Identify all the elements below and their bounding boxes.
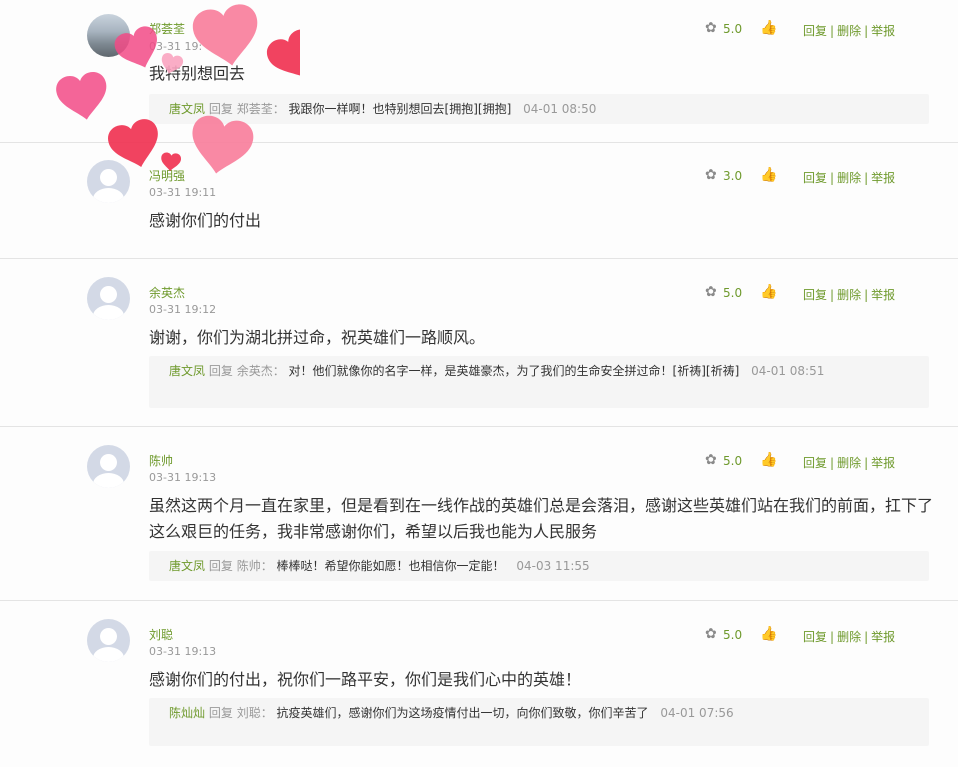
reply-author[interactable]: 陈灿灿 xyxy=(169,706,205,720)
reply-author[interactable]: 唐文凤 xyxy=(169,364,205,378)
comment-item: 刘聪 03-31 19:13 ✿ 5.0 👍 回复 | 删除 | 举报 感谢你们的付出，… xyxy=(0,601,958,767)
thumbs-up-icon[interactable]: 👍 xyxy=(760,452,777,468)
comment-text: 我特别想回去 xyxy=(149,64,246,83)
comment-text: 谢谢，你们为湖北拼过命，祝英雄们一路顺风。 xyxy=(149,328,486,347)
reply-word: 回复 xyxy=(208,102,233,116)
comment-time: 03-31 19:13 xyxy=(149,645,217,658)
reply-time: 04-01 07:56 xyxy=(660,706,734,720)
comment-username[interactable]: 郑荟荃 xyxy=(149,20,185,37)
reply-target: 刘聪： xyxy=(236,706,273,720)
thumbs-up-icon[interactable]: 👍 xyxy=(760,284,777,300)
rose-icon[interactable]: ✿ xyxy=(705,626,717,642)
rose-icon[interactable]: ✿ xyxy=(705,20,717,36)
reply-link[interactable]: 回复 xyxy=(803,171,827,185)
rating-score: 3.0 xyxy=(723,169,743,183)
comment-text: 感谢你们的付出 xyxy=(149,211,262,230)
reply-author[interactable]: 唐文凤 xyxy=(169,559,205,573)
reply-target: 陈帅： xyxy=(236,559,273,573)
comment-time: 03-31 19: xyxy=(149,40,203,53)
reply-box: 唐文凤 回复 余英杰： 对！他们就像你的名字一样，是英雄豪杰，为了我们的生命安全… xyxy=(149,356,929,408)
delete-link[interactable]: 删除 xyxy=(837,24,861,38)
comment-actions: 回复 | 删除 | 举报 xyxy=(803,24,896,38)
thumbs-up-icon[interactable]: 👍 xyxy=(760,626,777,642)
comment-actions: 回复 | 删除 | 举报 xyxy=(803,630,896,644)
report-link[interactable]: 举报 xyxy=(871,288,895,302)
comment-text: 感谢你们的付出，祝你们一路平安，你们是我们心中的英雄！ xyxy=(149,670,582,689)
delete-link[interactable]: 删除 xyxy=(837,456,861,470)
reply-word: 回复 xyxy=(208,706,233,720)
reply-link[interactable]: 回复 xyxy=(803,630,827,644)
reply-box: 唐文凤 回复 郑荟荃： 我跟你一样啊！也特别想回去[拥抱][拥抱] 04-01 … xyxy=(149,94,929,124)
rating-score: 5.0 xyxy=(723,454,743,468)
reply-link[interactable]: 回复 xyxy=(803,288,827,302)
avatar[interactable] xyxy=(87,14,130,57)
comment-item: 陈帅 03-31 19:13 ✿ 5.0 👍 回复 | 删除 | 举报 虽然这两个月一直… xyxy=(0,427,958,601)
comment-item: 冯明强 03-31 19:11 ✿ 3.0 👍 回复 | 删除 | 举报 感谢你们的付出 xyxy=(0,143,958,259)
avatar[interactable] xyxy=(87,160,130,203)
report-link[interactable]: 举报 xyxy=(871,24,895,38)
comment-time: 03-31 19:11 xyxy=(149,186,217,199)
delete-link[interactable]: 删除 xyxy=(837,171,861,185)
reply-author[interactable]: 唐文凤 xyxy=(169,102,205,116)
comment-actions: 回复 | 删除 | 举报 xyxy=(803,456,896,470)
delete-link[interactable]: 删除 xyxy=(837,630,861,644)
reply-text: 对！他们就像你的名字一样，是英雄豪杰，为了我们的生命安全拼过命！[祈祷][祈祷] xyxy=(288,364,740,378)
rose-icon[interactable]: ✿ xyxy=(705,452,717,468)
reply-text: 我跟你一样啊！也特别想回去[拥抱][拥抱] xyxy=(288,102,512,116)
rating-score: 5.0 xyxy=(723,628,743,642)
comment-time: 03-31 19:13 xyxy=(149,471,217,484)
rating-score: 5.0 xyxy=(723,22,743,36)
reply-word: 回复 xyxy=(208,364,233,378)
rose-icon[interactable]: ✿ xyxy=(705,284,717,300)
reply-text: 棒棒哒！希望你能如愿！也相信你一定能！ xyxy=(276,559,505,573)
comment-actions: 回复 | 删除 | 举报 xyxy=(803,288,896,302)
report-link[interactable]: 举报 xyxy=(871,171,895,185)
avatar[interactable] xyxy=(87,619,130,662)
reply-box: 陈灿灿 回复 刘聪： 抗疫英雄们，感谢你们为这场疫情付出一切，向你们致敬，你们辛… xyxy=(149,698,929,746)
reply-link[interactable]: 回复 xyxy=(803,24,827,38)
reply-time: 04-03 11:55 xyxy=(516,559,590,573)
rose-icon[interactable]: ✿ xyxy=(705,167,717,183)
comment-actions: 回复 | 删除 | 举报 xyxy=(803,171,896,185)
thumbs-up-icon[interactable]: 👍 xyxy=(760,167,777,183)
thumbs-up-icon[interactable]: 👍 xyxy=(760,20,777,36)
comment-text: 虽然这两个月一直在家里，但是看到在一线作战的英雄们总是会落泪，感谢这些英雄们站在… xyxy=(149,496,934,541)
comment-username[interactable]: 刘聪 xyxy=(149,626,173,643)
reply-word: 回复 xyxy=(208,559,233,573)
report-link[interactable]: 举报 xyxy=(871,630,895,644)
avatar[interactable] xyxy=(87,277,130,320)
reply-target: 郑荟荃： xyxy=(236,102,285,116)
comment-username[interactable]: 余英杰 xyxy=(149,284,185,301)
comment-time: 03-31 19:12 xyxy=(149,303,217,316)
comment-username[interactable]: 陈帅 xyxy=(149,452,173,469)
reply-time: 04-01 08:50 xyxy=(523,102,597,116)
comment-item: 郑荟荃 03-31 19: ✿ 5.0 👍 回复 | 删除 | 举报 我特别想回去 唐文… xyxy=(0,0,958,143)
comment-username[interactable]: 冯明强 xyxy=(149,167,185,184)
reply-box: 唐文凤 回复 陈帅： 棒棒哒！希望你能如愿！也相信你一定能！ 04-03 11:… xyxy=(149,551,929,581)
reply-time: 04-01 08:51 xyxy=(751,364,825,378)
reply-link[interactable]: 回复 xyxy=(803,456,827,470)
reply-text: 抗疫英雄们，感谢你们为这场疫情付出一切，向你们致敬，你们辛苦了 xyxy=(276,706,649,720)
report-link[interactable]: 举报 xyxy=(871,456,895,470)
comment-item: 余英杰 03-31 19:12 ✿ 5.0 👍 回复 | 删除 | 举报 谢谢，你们为湖… xyxy=(0,259,958,427)
avatar[interactable] xyxy=(87,445,130,488)
reply-target: 余英杰： xyxy=(236,364,285,378)
rating-score: 5.0 xyxy=(723,286,743,300)
delete-link[interactable]: 删除 xyxy=(837,288,861,302)
